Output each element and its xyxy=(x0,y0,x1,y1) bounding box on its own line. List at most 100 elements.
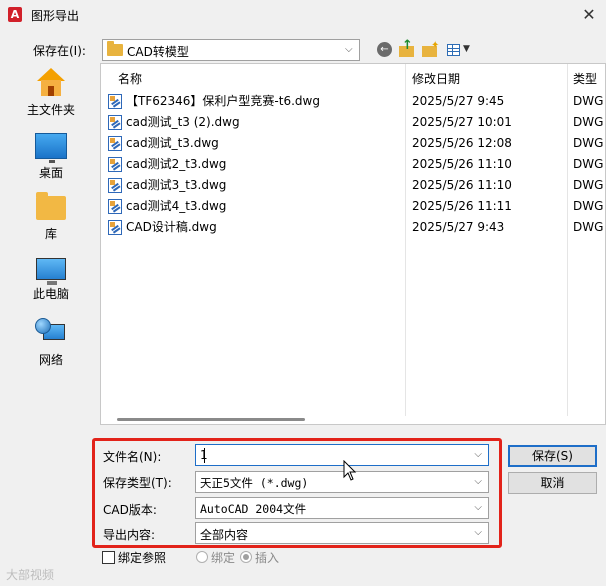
filename-input[interactable]: 1 ⌵ xyxy=(195,444,489,466)
mouse-cursor-icon xyxy=(343,460,357,481)
save-in-label: 保存在(I): xyxy=(33,44,86,58)
chevron-down-icon: ⌵ xyxy=(474,502,482,513)
export-content-value: 全部内容 xyxy=(200,528,249,542)
bind-xref-checkbox[interactable] xyxy=(102,551,115,564)
chevron-down-icon: ⌵ xyxy=(345,44,353,55)
file-type: DWG xyxy=(573,136,604,150)
insert-radio-label: 插入 xyxy=(255,551,280,565)
dwg-file-icon xyxy=(108,220,122,235)
dwg-file-icon xyxy=(108,94,122,109)
sort-up-icon: ˆ xyxy=(249,63,254,72)
back-button[interactable]: ← xyxy=(375,40,395,60)
column-header-name[interactable]: 名称 xyxy=(118,70,142,87)
save-in-dropdown[interactable]: CAD转模型 ⌵ xyxy=(102,39,360,61)
column-header-type[interactable]: 类型 xyxy=(573,70,597,87)
cancel-button[interactable]: 取消 xyxy=(508,472,597,494)
dwg-file-icon xyxy=(108,136,122,151)
chevron-down-icon: ⌵ xyxy=(474,527,482,538)
file-type: DWG xyxy=(573,157,604,171)
file-date: 2025/5/26 11:10 xyxy=(412,157,512,171)
place-this-pc[interactable]: 此电脑 xyxy=(16,258,86,302)
file-row[interactable]: cad测试2_t3.dwg 2025/5/26 11:10 DWG xyxy=(101,154,605,175)
home-icon xyxy=(36,68,66,96)
title-bar: A 图形导出 ✕ xyxy=(0,0,606,30)
place-label: 库 xyxy=(44,227,57,241)
folder-icon xyxy=(107,41,123,56)
insert-radio[interactable] xyxy=(240,551,252,563)
place-desktop[interactable]: 桌面 xyxy=(16,133,86,181)
file-name: cad测试2_t3.dwg xyxy=(126,157,227,171)
horizontal-scrollbar[interactable] xyxy=(101,416,605,424)
file-name: cad测试_t3 (2).dwg xyxy=(126,115,240,129)
place-label: 主文件夹 xyxy=(26,103,75,117)
caret-down-icon: ▼ xyxy=(463,44,470,54)
cad-version-select[interactable]: AutoCAD 2004文件 ⌵ xyxy=(195,497,489,519)
place-network[interactable]: 网络 xyxy=(16,318,86,368)
export-content-label: 导出内容: xyxy=(103,528,156,542)
views-icon xyxy=(447,44,460,56)
file-date: 2025/5/26 11:10 xyxy=(412,178,512,192)
file-row[interactable]: 【TF62346】保利户型竞赛-t6.dwg 2025/5/27 9:45 DW… xyxy=(101,91,605,112)
up-folder-button[interactable]: ↑ xyxy=(397,38,417,60)
filetype-label: 保存类型(T): xyxy=(103,476,172,490)
watermark: 大部视频 xyxy=(6,568,55,582)
cad-version-label: CAD版本: xyxy=(103,503,157,517)
chevron-down-icon: ⌵ xyxy=(474,476,482,487)
column-header-date[interactable]: 修改日期 xyxy=(412,70,460,87)
dwg-file-icon xyxy=(108,199,122,214)
file-name: CAD设计稿.dwg xyxy=(126,220,217,234)
bind-radio[interactable] xyxy=(196,551,208,563)
file-date: 2025/5/27 9:45 xyxy=(412,94,505,108)
sparkle-icon: ✦ xyxy=(431,40,440,51)
file-row[interactable]: CAD设计稿.dwg 2025/5/27 9:43 DWG xyxy=(101,217,605,238)
computer-icon xyxy=(36,258,66,285)
save-button[interactable]: 保存(S) xyxy=(508,445,597,467)
up-arrow-icon: ↑ xyxy=(402,38,413,53)
filetype-value: 天正5文件 (*.dwg) xyxy=(200,476,309,490)
dwg-file-icon xyxy=(108,157,122,172)
close-button[interactable]: ✕ xyxy=(574,2,604,28)
file-type: DWG xyxy=(573,220,604,234)
new-folder-button[interactable]: ✦ xyxy=(420,40,440,60)
file-date: 2025/5/27 10:01 xyxy=(412,115,512,129)
file-row[interactable]: cad测试3_t3.dwg 2025/5/26 11:10 DWG xyxy=(101,175,605,196)
bind-xref-label: 绑定参照 xyxy=(118,551,167,565)
file-name: cad测试3_t3.dwg xyxy=(126,178,227,192)
window-title: 图形导出 xyxy=(31,9,80,23)
file-type: DWG xyxy=(573,94,604,108)
file-rows: 【TF62346】保利户型竞赛-t6.dwg 2025/5/27 9:45 DW… xyxy=(101,91,605,238)
network-icon xyxy=(35,318,67,346)
desktop-icon xyxy=(35,133,67,163)
place-label: 网络 xyxy=(38,353,63,367)
place-label: 桌面 xyxy=(38,166,63,180)
cad-version-value: AutoCAD 2004文件 xyxy=(200,502,307,516)
app-icon: A xyxy=(8,7,22,22)
dwg-file-icon xyxy=(108,178,122,193)
scrollbar-thumb[interactable] xyxy=(117,418,305,421)
export-content-select[interactable]: 全部内容 ⌵ xyxy=(195,522,489,544)
views-menu-button[interactable]: ▼ xyxy=(445,40,473,60)
file-type: DWG xyxy=(573,178,604,192)
text-caret xyxy=(204,448,205,463)
filename-label: 文件名(N): xyxy=(103,450,162,464)
file-date: 2025/5/26 12:08 xyxy=(412,136,512,150)
place-library[interactable]: 库 xyxy=(16,192,86,242)
place-home[interactable]: 主文件夹 xyxy=(16,68,86,118)
file-row[interactable]: cad测试_t3 (2).dwg 2025/5/27 10:01 DWG xyxy=(101,112,605,133)
file-type: DWG xyxy=(573,115,604,129)
file-row[interactable]: cad测试4_t3.dwg 2025/5/26 11:11 DWG xyxy=(101,196,605,217)
file-name: 【TF62346】保利户型竞赛-t6.dwg xyxy=(126,94,320,108)
dwg-file-icon xyxy=(108,115,122,130)
file-date: 2025/5/27 9:43 xyxy=(412,220,505,234)
file-name: cad测试_t3.dwg xyxy=(126,136,219,150)
chevron-down-icon[interactable]: ⌵ xyxy=(474,449,482,460)
save-in-value: CAD转模型 xyxy=(127,45,189,59)
file-row[interactable]: cad测试_t3.dwg 2025/5/26 12:08 DWG xyxy=(101,133,605,154)
file-name: cad测试4_t3.dwg xyxy=(126,199,227,213)
file-date: 2025/5/26 11:11 xyxy=(412,199,512,213)
place-label: 此电脑 xyxy=(32,287,69,301)
back-icon: ← xyxy=(377,42,392,57)
file-list[interactable]: ˆ 名称 修改日期 类型 【TF62346】保利户型竞赛-t6.dwg 2025… xyxy=(100,63,606,425)
filetype-select[interactable]: 天正5文件 (*.dwg) ⌵ xyxy=(195,471,489,493)
bind-radio-label: 绑定 xyxy=(211,551,236,565)
